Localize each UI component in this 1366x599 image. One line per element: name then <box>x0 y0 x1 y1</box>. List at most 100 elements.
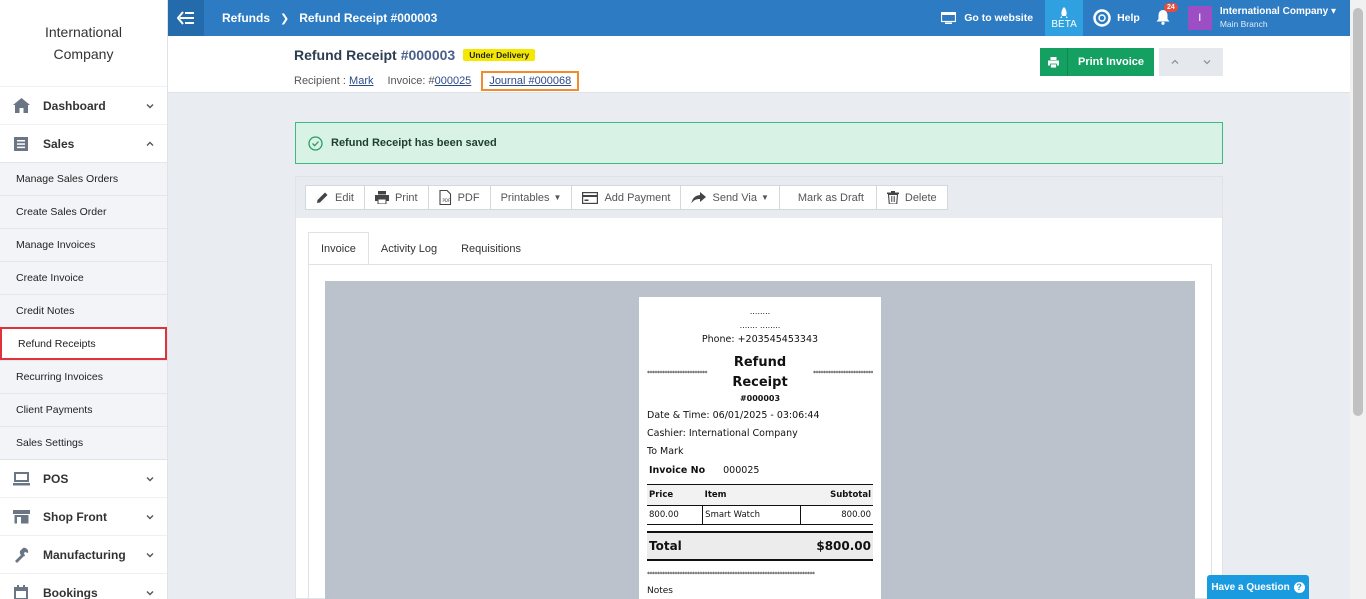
chevron-down-icon <box>146 476 154 481</box>
sidebar-item-create-invoice[interactable]: Create Invoice <box>0 261 167 294</box>
col-subtotal: Subtotal <box>800 484 873 506</box>
sidebar-item-sales-settings[interactable]: Sales Settings <box>0 426 167 459</box>
total-label: Total <box>649 539 682 553</box>
user-menu[interactable]: International Company ▾ Main Branch <box>1220 6 1336 30</box>
notification-count-badge: 24 <box>1164 2 1178 12</box>
row-item: Smart Watch <box>702 505 801 525</box>
svg-text:PDF: PDF <box>442 198 450 203</box>
edit-button[interactable]: Edit <box>305 185 365 210</box>
have-a-question-button[interactable]: Have a Question ? <box>1207 575 1309 599</box>
chevron-down-icon <box>146 514 154 519</box>
add-payment-button[interactable]: Add Payment <box>571 185 682 210</box>
tools-icon <box>12 546 30 564</box>
sidebar-item-client-payments[interactable]: Client Payments <box>0 393 167 426</box>
go-to-website-link[interactable]: Go to website <box>941 12 1033 24</box>
receipt-panel: Edit Print PDF PDF Printables ▼ Add Payme… <box>295 176 1223 599</box>
previous-record-button[interactable] <box>1159 48 1191 76</box>
invoice-no-label: Invoice No <box>649 465 706 476</box>
sidebar-item-credit-notes[interactable]: Credit Notes <box>0 294 167 327</box>
sidebar-item-pos[interactable]: POS <box>0 459 167 497</box>
print-invoice-button[interactable]: Print Invoice <box>1040 48 1154 76</box>
receipt-stars-right: ************************ <box>813 369 873 377</box>
tabs: Invoice Activity Log Requisitions <box>308 232 533 265</box>
print-button[interactable]: Print <box>363 185 429 210</box>
delete-button[interactable]: Delete <box>875 185 948 210</box>
have-a-question-label: Have a Question <box>1211 581 1290 593</box>
page-scrollbar[interactable] <box>1350 0 1366 599</box>
share-icon <box>691 191 707 203</box>
receipt-title-line1: Refund <box>733 355 787 370</box>
pdf-button[interactable]: PDF PDF <box>427 185 491 210</box>
invoice-link[interactable]: 000025 <box>435 75 472 87</box>
tab-requisitions[interactable]: Requisitions <box>449 232 533 265</box>
breadcrumb: Refunds ❯ Refund Receipt #000003 <box>222 11 437 25</box>
receipt-stars-left: ************************ <box>647 369 708 377</box>
sidebar-item-create-sales-order[interactable]: Create Sales Order <box>0 195 167 228</box>
go-to-website-label: Go to website <box>964 12 1034 24</box>
sidebar-toggle-button[interactable] <box>168 0 204 36</box>
help-button[interactable]: Help <box>1093 9 1140 27</box>
next-record-button[interactable] <box>1191 48 1223 76</box>
receipt-header-dots-2: ....... ........ <box>739 321 781 330</box>
receipt-number: #000003 <box>400 47 456 63</box>
sidebar-item-manufacturing[interactable]: Manufacturing <box>0 535 167 573</box>
beta-button[interactable]: BETA <box>1045 0 1084 36</box>
row-subtotal: 800.00 <box>800 505 873 525</box>
receipt-cashier: Cashier: International Company <box>647 428 798 439</box>
journal-link[interactable]: Journal #000068 <box>481 71 580 91</box>
sidebar-item-label: Shop Front <box>43 509 107 524</box>
receipt-total: Total $800.00 <box>647 531 873 561</box>
sidebar-item-manage-invoices[interactable]: Manage Invoices <box>0 228 167 261</box>
page-title-text: Refund Receipt <box>294 47 397 63</box>
sidebar-item-sales[interactable]: Sales <box>0 124 167 162</box>
sidebar-item-refund-receipts[interactable]: Refund Receipts <box>0 327 167 360</box>
printables-dropdown[interactable]: Printables ▼ <box>489 185 573 210</box>
send-via-dropdown[interactable]: Send Via ▼ <box>680 185 780 210</box>
sidebar-item-label: POS <box>43 471 69 486</box>
lifebuoy-icon <box>1093 9 1111 27</box>
scrollbar-thumb[interactable] <box>1353 8 1363 416</box>
breadcrumb-refunds-link[interactable]: Refunds <box>222 11 270 25</box>
sidebar: International Company Dashboard Sales Ma… <box>0 0 168 599</box>
sales-submenu: Manage Sales Orders Create Sales Order M… <box>0 162 167 459</box>
receipt-datetime: Date & Time: 06/01/2025 - 03:06:44 <box>647 410 820 421</box>
success-alert: Refund Receipt has been saved <box>295 122 1223 164</box>
recipient-link[interactable]: Mark <box>349 75 373 87</box>
receipt-stars-footer: ****************************************… <box>647 571 815 578</box>
chevron-up-icon <box>146 141 154 146</box>
avatar[interactable]: I <box>1187 6 1212 30</box>
mark-as-draft-button[interactable]: Mark as Draft <box>778 185 877 210</box>
notifications-button[interactable]: 24 <box>1156 2 1178 28</box>
sidebar-item-label: Sales <box>43 136 75 151</box>
sidebar-item-dashboard[interactable]: Dashboard <box>0 86 167 124</box>
sidebar-item-manage-sales-orders[interactable]: Manage Sales Orders <box>0 162 167 195</box>
check-circle-icon <box>308 135 323 151</box>
breadcrumb-current: Refund Receipt #000003 <box>299 11 438 25</box>
sidebar-item-bookings[interactable]: Bookings <box>0 573 167 599</box>
invoice-no-value: 000025 <box>723 465 760 476</box>
mark-as-draft-label: Mark as Draft <box>797 191 864 204</box>
caret-down-icon: ▼ <box>760 193 769 202</box>
col-item: Item <box>702 484 801 506</box>
tab-invoice[interactable]: Invoice <box>308 232 369 265</box>
col-price: Price <box>647 484 703 506</box>
recipient-label: Recipient : <box>294 75 346 87</box>
receipt-header-dots: ........ <box>749 307 771 316</box>
store-icon <box>12 508 30 526</box>
invoice-label: Invoice: # <box>387 75 435 87</box>
receipt-preview: ........ ....... ........ Phone: +203545… <box>325 281 1195 599</box>
sidebar-item-label: Manufacturing <box>43 547 126 562</box>
row-price: 800.00 <box>647 505 703 525</box>
brand-name[interactable]: International Company <box>0 0 167 86</box>
top-bar: Refunds ❯ Refund Receipt #000003 Go to w… <box>168 0 1350 36</box>
receipt-notes: Notes <box>647 586 673 596</box>
sidebar-item-recurring-invoices[interactable]: Recurring Invoices <box>0 360 167 393</box>
chevron-up-icon <box>1171 59 1179 64</box>
receipt-invoice-no: Invoice No 000025 <box>647 465 873 476</box>
page-header: Refund Receipt #000003 Under Delivery Re… <box>168 36 1350 93</box>
tab-activity-log[interactable]: Activity Log <box>369 232 449 265</box>
beta-label: BETA <box>1051 18 1077 30</box>
sidebar-item-shop-front[interactable]: Shop Front <box>0 497 167 535</box>
record-pager <box>1159 48 1223 76</box>
home-icon <box>12 97 30 115</box>
